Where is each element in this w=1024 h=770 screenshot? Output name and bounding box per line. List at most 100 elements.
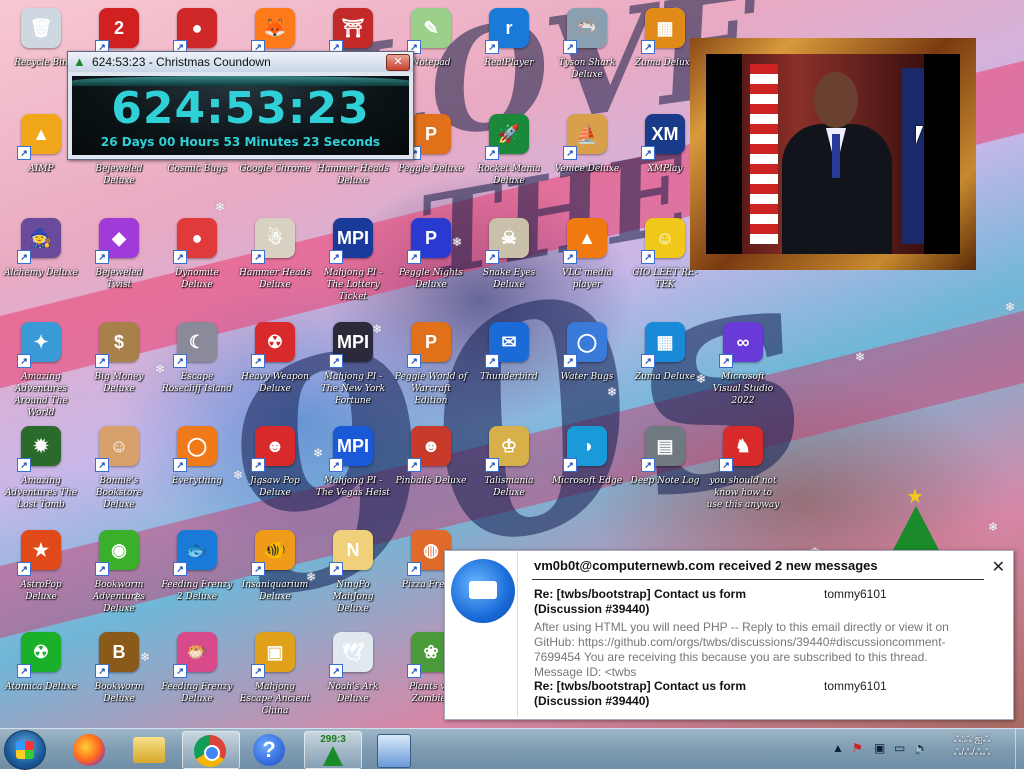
chrome-icon: [194, 735, 226, 767]
desktop-icon[interactable]: ▤ ↗ Deep Note Log: [626, 422, 704, 526]
clock[interactable]: ஃ:ஃ ஐஃ ஃ/ஃ/ஃஃ: [934, 733, 1010, 759]
desktop-icon[interactable]: MPI ↗ Mahjong PI - The Lottery Ticket: [314, 214, 392, 318]
close-icon[interactable]: ✕: [992, 557, 1005, 577]
desktop[interactable]: LOVE THE 90s ❄ ❄ ❄ ❄ ❄ ❄ ❄ ❄ ❄ ❄ ❄ ❄ ❄ ❄…: [0, 0, 1024, 728]
desktop-icon[interactable]: ☠ ↗ Snake Eyes Deluxe: [470, 214, 548, 318]
bonnie-icon: ☺ ↗: [95, 426, 139, 472]
desktop-icon[interactable]: ◯ ↗ Everything: [158, 422, 236, 526]
desktop-icon[interactable]: N ↗ NingPo MahJong Deluxe: [314, 526, 392, 630]
desktop-icon[interactable]: ☢ ↗ Heavy Weapon Deluxe: [236, 318, 314, 422]
taskbar-button-explorer[interactable]: [122, 731, 178, 767]
taskbar-button-help[interactable]: ?: [242, 731, 298, 767]
control-panel-icon: [377, 734, 411, 768]
desktop-icon[interactable]: ◑ ↗ Microsoft Edge: [548, 422, 626, 526]
taskbar-button-firefox[interactable]: [62, 731, 118, 767]
display-icon[interactable]: ▭: [894, 741, 908, 755]
desktop-icon[interactable]: ★ ↗ AstroPop Deluxe: [2, 526, 80, 630]
desktop-icon[interactable]: ∞ ↗ Microsoft Visual Studio 2022: [704, 318, 782, 422]
notification-header: vm0b0t@computernewb.com received 2 new m…: [534, 558, 878, 573]
desktop-icon[interactable]: B ↗ Bookworm Deluxe: [80, 628, 158, 728]
desktop-icon[interactable]: MPI ↗ Mahjong PI - The Vegas Heist: [314, 422, 392, 526]
close-button[interactable]: ✕: [386, 54, 410, 71]
desktop-icon[interactable]: P ↗ Peggle Nights Deluxe: [392, 214, 470, 318]
desktop-icon[interactable]: 🦈 ↗ Tyson Shark Deluxe: [548, 4, 626, 108]
red-creature-icon: ● ↗: [173, 8, 217, 54]
stack-icon: ▤ ↗: [641, 426, 685, 472]
desktop-icon[interactable]: ☃ ↗ Hammer Heads Deluxe: [236, 214, 314, 318]
desktop-icon[interactable]: ☻ ↗ Pinballs Deluxe: [392, 422, 470, 526]
desktop-icon[interactable]: ✦ ↗ Amazing Adventures Around The World: [2, 318, 80, 422]
desktop-icon-label: Peggle Deluxe: [398, 164, 464, 174]
desktop-icon[interactable]: ☾ ↗ Escape Rosecliff Island: [158, 318, 236, 422]
photo: [706, 54, 960, 254]
shortcut-arrow-icon: ↗: [407, 458, 421, 472]
desktop-icon-label: RealPlayer: [484, 58, 534, 68]
desktop-icon[interactable]: P ↗ Peggle World of Warcraft Edition: [392, 318, 470, 422]
thunderbird-notification[interactable]: vm0b0t@computernewb.com received 2 new m…: [444, 550, 1014, 720]
vlc-icon: ▲ ↗: [563, 218, 607, 264]
desktop-icon[interactable]: 🕊 ↗ Noah's Ark Deluxe: [314, 628, 392, 728]
atomica-icon: ☢ ↗: [17, 632, 61, 678]
desktop-icon[interactable]: ♔ ↗ Talismania Deluxe: [470, 422, 548, 526]
desktop-icon-label: GIO LEET RE-TEK: [632, 268, 698, 290]
shortcut-arrow-icon: ↗: [641, 354, 655, 368]
desktop-icon[interactable]: ◆ ↗ Bejeweled Twist: [80, 214, 158, 318]
tree-icon: ▲: [73, 54, 86, 69]
venice-icon: ⛵ ↗: [563, 114, 607, 160]
taskbar-button-control-panel[interactable]: [366, 731, 422, 768]
show-desktop-button[interactable]: [1015, 729, 1024, 769]
gnome-icon: ☃ ↗: [251, 218, 295, 264]
shortcut-arrow-icon: ↗: [173, 562, 187, 576]
tree-icon: [892, 506, 940, 552]
start-button[interactable]: [4, 730, 46, 770]
countdown-titlebar[interactable]: ▲ 624:53:23 - Christmas Coundown ✕: [68, 52, 413, 72]
thunderbird-icon: ✉ ↗: [485, 322, 529, 368]
desktop-icon[interactable]: ◯ ↗ Water Bugs: [548, 318, 626, 422]
desktop-icon[interactable]: 🐡 ↗ Feeding Frenzy Deluxe: [158, 628, 236, 728]
desktop-icon[interactable]: ♞ ↗ you should not know how to use this an…: [704, 422, 782, 526]
volume-icon[interactable]: 🔈: [914, 741, 929, 755]
desktop-icon-label: Atomica Deluxe: [5, 682, 77, 692]
desktop-icon[interactable]: 🐟 ↗ Feeding Frenzy 2 Deluxe: [158, 526, 236, 630]
network-icon[interactable]: ▣: [874, 741, 888, 755]
desktop-icon[interactable]: ◉ ↗ Bookworm Adventures Deluxe: [80, 526, 158, 630]
shortcut-arrow-icon: ↗: [485, 146, 499, 160]
bookworm-icon: ◉ ↗: [95, 530, 139, 576]
show-hidden-icons-icon[interactable]: ▲: [832, 741, 846, 755]
desktop-icon[interactable]: ▦ ↗ Zuma Deluxe: [626, 318, 704, 422]
desktop-icon[interactable]: ☻ ↗ Jigsaw Pop Deluxe: [236, 422, 314, 526]
compass-icon: ✹ ↗: [17, 426, 61, 472]
desktop-icon[interactable]: ☺ ↗ Bonnie's Bookstore Deluxe: [80, 422, 158, 526]
desktop-icon[interactable]: ▲ ↗ VLC media player: [548, 214, 626, 318]
action-center-icon[interactable]: ⚑: [852, 741, 866, 755]
desktop-icon[interactable]: ▣ ↗ Mahjong Escape Ancient China: [236, 628, 314, 728]
goldfish-icon: 🐠 ↗: [251, 530, 295, 576]
desktop-icon-label: Feeding Frenzy 2 Deluxe: [161, 580, 233, 602]
shortcut-arrow-icon: ↗: [95, 250, 109, 264]
desktop-icon[interactable]: ☢ ↗ Atomica Deluxe: [2, 628, 80, 728]
desktop-icon[interactable]: ✉ ↗ Thunderbird: [470, 318, 548, 422]
message-item[interactable]: Re: [twbs/bootstrap] Contact us form (Di…: [534, 679, 887, 709]
snowflake: ❄: [855, 350, 866, 364]
desktop-icon[interactable]: r ↗ RealPlayer: [470, 4, 548, 108]
desktop-icon[interactable]: ● ↗ Dynomite Deluxe: [158, 214, 236, 318]
christmas-tree-gadget[interactable]: ★: [888, 484, 944, 554]
folder-icon: [133, 737, 165, 763]
dove-icon: 🕊 ↗: [329, 632, 373, 678]
desktop-icon[interactable]: ⛵ ↗ Venice Deluxe: [548, 110, 626, 214]
desktop-icon[interactable]: MPI ↗ Mahjong PI - The New York Fortune: [314, 318, 392, 422]
desktop-icon[interactable]: ✹ ↗ Amazing Adventures The Lost Tomb: [2, 422, 80, 526]
taskbar-button-chrome[interactable]: [182, 731, 240, 769]
picture-frame-gadget[interactable]: [690, 38, 976, 270]
xmplay-icon: XM ↗: [641, 114, 685, 160]
ningpo-icon: N ↗: [329, 530, 373, 576]
message-item[interactable]: Re: [twbs/bootstrap] Contact us form (Di…: [534, 587, 974, 680]
desktop-icon[interactable]: $ ↗ Big Money Deluxe: [80, 318, 158, 422]
desktop-icon[interactable]: 🐠 ↗ Insaniquarium Deluxe: [236, 526, 314, 630]
mpi-icon: MPI ↗: [329, 322, 373, 368]
number-2-icon: 2 ↗: [95, 8, 139, 54]
taskbar-button-christmas-countdown[interactable]: 299:3: [304, 731, 362, 769]
countdown-window[interactable]: ▲ 624:53:23 - Christmas Coundown ✕ 624:5…: [67, 51, 414, 160]
desktop-icon[interactable]: 🚀 ↗ Rocket Mania Deluxe: [470, 110, 548, 214]
desktop-icon[interactable]: 🧙 ↗ Alchemy Deluxe: [2, 214, 80, 318]
